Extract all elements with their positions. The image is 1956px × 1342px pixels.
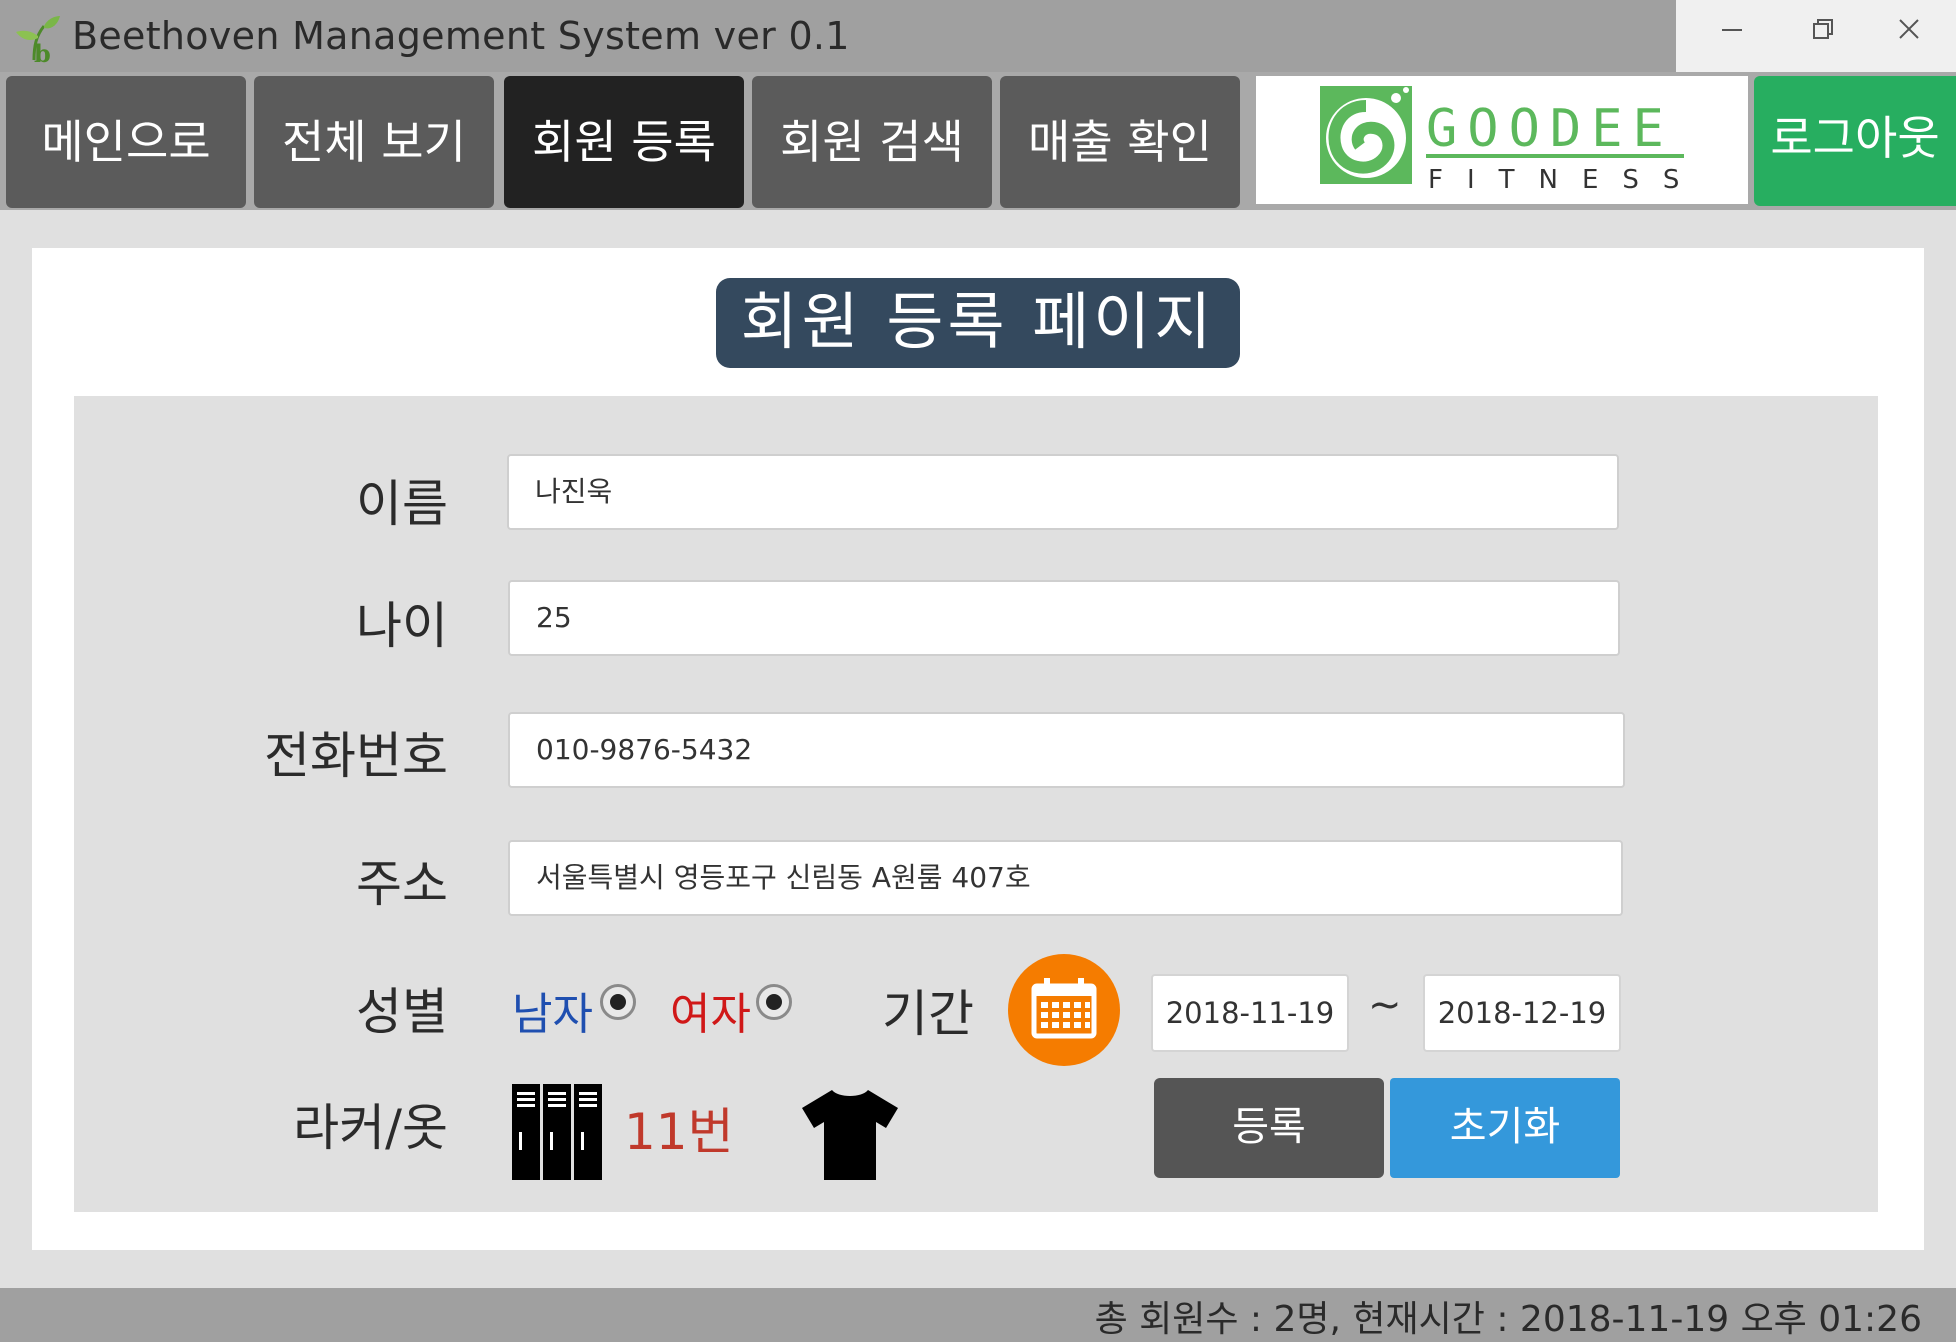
app-leaf-icon: b (14, 12, 62, 68)
locker-number: 11번 (624, 1103, 734, 1161)
goodee-fitness-logo: GOODEE FITNESS (1256, 76, 1748, 204)
age-label: 나이 (356, 597, 448, 655)
phone-label: 전화번호 (264, 727, 448, 785)
logo-text-goodee: GOODEE (1426, 99, 1674, 159)
nav-register-member-button[interactable]: 회원 등록 (504, 76, 744, 208)
period-label: 기간 (882, 985, 974, 1043)
calendar-button[interactable] (1008, 954, 1120, 1066)
logo-text-fitness: FITNESS (1428, 165, 1703, 195)
nav-view-all-button[interactable]: 전체 보기 (254, 76, 494, 208)
logout-button[interactable]: 로그아웃 (1754, 76, 1956, 206)
date-separator: ~ (1368, 982, 1402, 1028)
window-title: Beethoven Management System ver 0.1 (72, 14, 850, 58)
status-text: 총 회원수 : 2명, 현재시간 : 2018-11-19 오후 01:26 (1094, 1299, 1922, 1340)
nav-main-button[interactable]: 메인으로 (6, 76, 246, 208)
restore-icon[interactable] (1776, 0, 1866, 72)
close-icon[interactable] (1866, 0, 1956, 72)
nav-sales-button[interactable]: 매출 확인 (1000, 76, 1240, 208)
status-bar: 총 회원수 : 2명, 현재시간 : 2018-11-19 오후 01:26 (0, 1288, 1956, 1342)
address-label: 주소 (356, 855, 448, 913)
gender-label: 성별 (356, 983, 448, 1041)
page-title: 회원 등록 페이지 (716, 278, 1240, 368)
age-field[interactable]: 25 (508, 580, 1620, 656)
phone-field[interactable]: 010-9876-5432 (508, 712, 1625, 788)
locker-label: 라커/옷 (293, 1099, 448, 1157)
reset-button[interactable]: 초기화 (1390, 1078, 1620, 1178)
minimize-icon[interactable] (1686, 0, 1776, 72)
window-controls (1676, 0, 1956, 72)
gender-male-radio[interactable] (600, 984, 636, 1020)
name-label: 이름 (356, 475, 448, 533)
register-button[interactable]: 등록 (1154, 1078, 1384, 1178)
gender-male-label[interactable]: 남자 (512, 978, 593, 1042)
title-bar: b Beethoven Management System ver 0.1 (0, 0, 1956, 72)
calendar-icon (1031, 978, 1097, 1039)
address-field[interactable]: 서울특별시 영등포구 신림동 A원룸 407호 (508, 840, 1623, 916)
tshirt-icon[interactable] (802, 1090, 898, 1184)
name-field[interactable]: 나진욱 (507, 454, 1619, 530)
end-date-field[interactable]: 2018-12-19 (1423, 974, 1621, 1052)
start-date-field[interactable]: 2018-11-19 (1151, 974, 1349, 1052)
svg-text:b: b (34, 39, 51, 64)
nav-search-member-button[interactable]: 회원 검색 (752, 76, 992, 208)
locker-icon[interactable] (512, 1084, 606, 1184)
